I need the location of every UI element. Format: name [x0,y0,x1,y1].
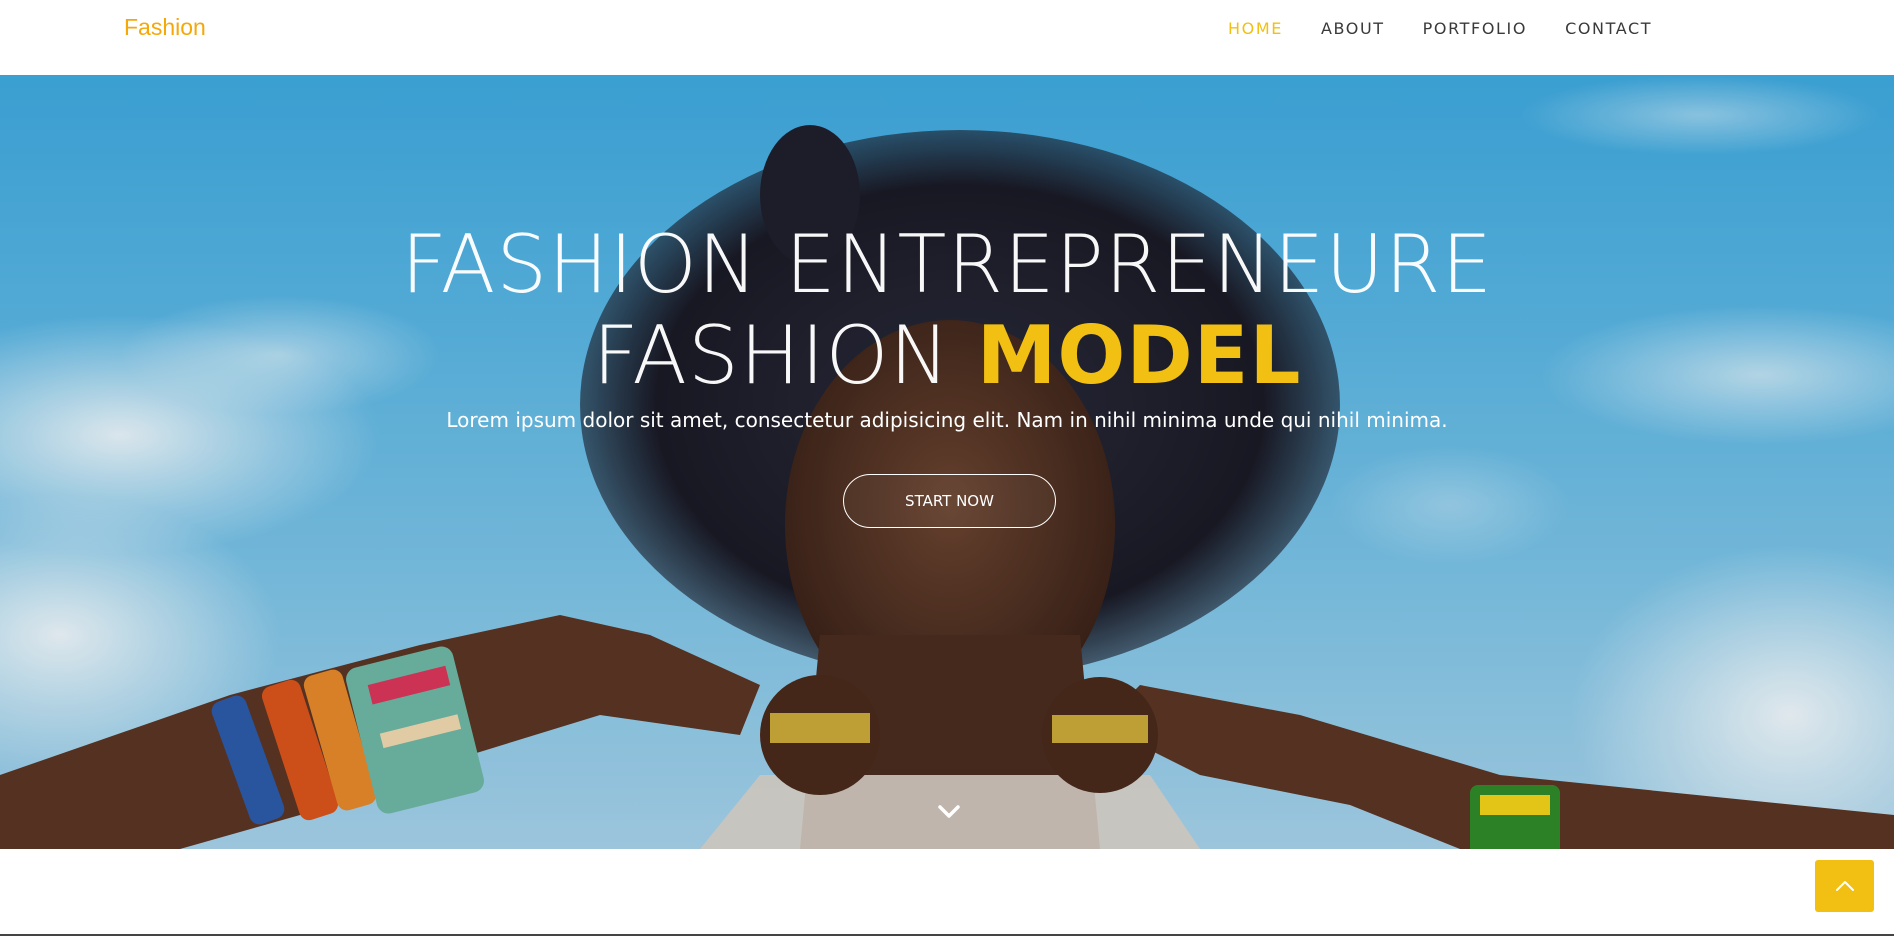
back-to-top-button[interactable] [1815,860,1874,912]
chevron-down-icon [938,805,960,818]
scroll-down-button[interactable] [934,799,964,823]
main-nav: HOME ABOUT PORTFOLIO CONTACT [1228,19,1690,39]
chevron-up-icon [1835,881,1854,891]
top-navbar: Fashion HOME ABOUT PORTFOLIO CONTACT [0,0,1894,75]
hero-section: FASHION ENTREPRENEURE FASHION MODEL Lore… [0,75,1894,849]
hero-title-prefix: FASHION [592,309,951,402]
hero-title-line1: FASHION ENTREPRENEURE [0,220,1894,310]
hero-title-accent: MODEL [976,309,1302,402]
hero-subtitle: Lorem ipsum dolor sit amet, consectetur … [446,408,1448,432]
start-now-label: START NOW [905,492,994,510]
nav-link-portfolio[interactable]: PORTFOLIO [1423,19,1527,39]
nav-link-home[interactable]: HOME [1228,19,1283,39]
nav-link-contact[interactable]: CONTACT [1565,19,1652,39]
brand-logo-link[interactable]: Fashion [124,14,206,41]
nav-link-about[interactable]: ABOUT [1321,19,1385,39]
hero-title-line1-text: FASHION ENTREPRENEURE [400,218,1493,311]
hero-title-line2: FASHION MODEL [0,311,1894,401]
hero-overlay [0,75,1894,849]
start-now-button[interactable]: START NOW [843,474,1056,528]
